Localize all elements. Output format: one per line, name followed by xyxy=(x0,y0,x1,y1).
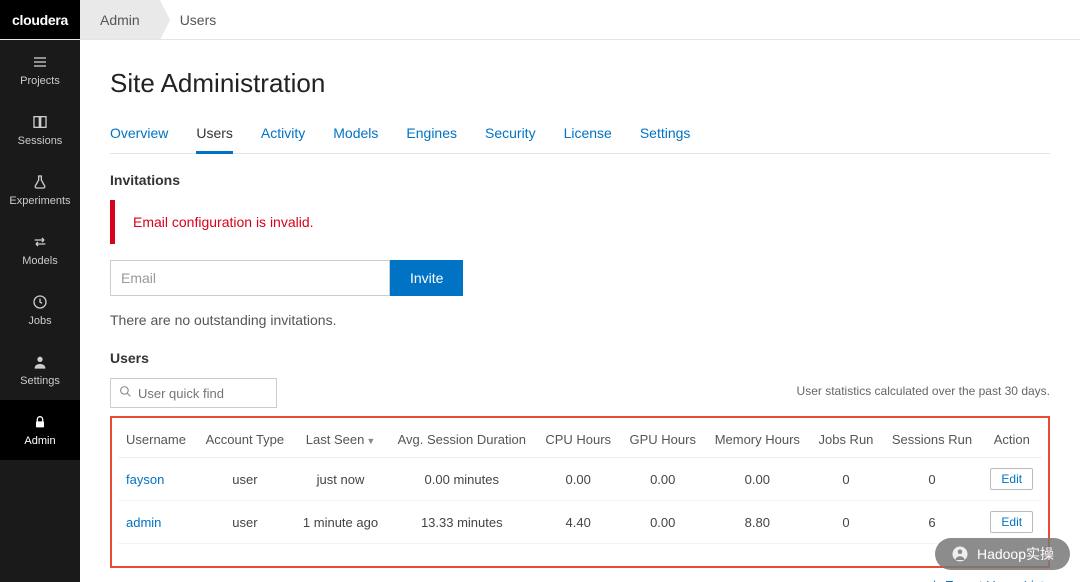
list-icon xyxy=(32,53,48,71)
page-title: Site Administration xyxy=(110,68,1050,99)
tab-engines[interactable]: Engines xyxy=(406,117,457,153)
cell-username[interactable]: admin xyxy=(118,501,196,544)
tab-security[interactable]: Security xyxy=(485,117,536,153)
tab-activity[interactable]: Activity xyxy=(261,117,305,153)
col-jobs-run[interactable]: Jobs Run xyxy=(809,422,882,458)
sidebar-item-admin[interactable]: Admin xyxy=(0,400,80,460)
sidebar-item-label: Sessions xyxy=(18,135,63,147)
users-heading: Users xyxy=(110,350,1050,366)
cell-jobs-run: 0 xyxy=(809,458,882,501)
stats-note: User statistics calculated over the past… xyxy=(797,384,1050,398)
search-icon xyxy=(119,385,132,401)
lock-icon xyxy=(32,413,48,431)
cell-account-type: user xyxy=(196,458,293,501)
invitations-heading: Invitations xyxy=(110,172,1050,188)
cell-avg-session: 0.00 minutes xyxy=(387,458,536,501)
invitations-empty-text: There are no outstanding invitations. xyxy=(110,312,1050,328)
cell-avg-session: 13.33 minutes xyxy=(387,501,536,544)
clock-icon xyxy=(32,293,48,311)
edit-button[interactable]: Edit xyxy=(990,511,1033,533)
cell-sessions-run: 0 xyxy=(882,458,981,501)
col-last-seen[interactable]: Last Seen▼ xyxy=(294,422,388,458)
sort-desc-icon: ▼ xyxy=(366,436,375,446)
cell-cpu-hours: 0.00 xyxy=(536,458,620,501)
brand-logo: cloudera xyxy=(0,0,80,39)
sidebar-item-label: Projects xyxy=(20,75,60,87)
users-table-highlight: Username Account Type Last Seen▼ Avg. Se… xyxy=(110,416,1050,568)
col-memory-hours[interactable]: Memory Hours xyxy=(705,422,809,458)
sidebar-item-label: Jobs xyxy=(28,315,51,327)
email-field[interactable] xyxy=(110,260,390,296)
cell-last-seen: just now xyxy=(294,458,388,501)
cell-username[interactable]: fayson xyxy=(118,458,196,501)
table-row: adminuser1 minute ago13.33 minutes4.400.… xyxy=(118,501,1042,544)
sessions-icon xyxy=(32,113,48,131)
users-table-body: faysonuserjust now0.00 minutes0.000.000.… xyxy=(118,458,1042,544)
col-action: Action xyxy=(982,422,1042,458)
breadcrumb-admin[interactable]: Admin xyxy=(80,0,160,39)
cell-action: Edit xyxy=(982,501,1042,544)
breadcrumb-users[interactable]: Users xyxy=(160,0,237,39)
sidebar-item-settings[interactable]: Settings xyxy=(0,340,80,400)
flask-icon xyxy=(32,173,48,191)
edit-button[interactable]: Edit xyxy=(990,468,1033,490)
cell-gpu-hours: 0.00 xyxy=(620,501,705,544)
tab-models[interactable]: Models xyxy=(333,117,378,153)
cell-account-type: user xyxy=(196,501,293,544)
sidebar-item-label: Models xyxy=(22,255,57,267)
sidebar-item-experiments[interactable]: Experiments xyxy=(0,160,80,220)
arrows-icon xyxy=(32,233,48,251)
invite-button[interactable]: Invite xyxy=(390,260,463,296)
export-users-link[interactable]: Export Users List xyxy=(110,578,1050,582)
breadcrumb: Admin Users xyxy=(80,0,236,39)
sidebar-item-jobs[interactable]: Jobs xyxy=(0,280,80,340)
tab-users[interactable]: Users xyxy=(196,117,233,154)
cell-sessions-run: 6 xyxy=(882,501,981,544)
users-table-header: Username Account Type Last Seen▼ Avg. Se… xyxy=(118,422,1042,458)
table-row: faysonuserjust now0.00 minutes0.000.000.… xyxy=(118,458,1042,501)
cell-action: Edit xyxy=(982,458,1042,501)
tab-settings[interactable]: Settings xyxy=(640,117,691,153)
cell-cpu-hours: 4.40 xyxy=(536,501,620,544)
invite-form: Invite xyxy=(110,260,1050,296)
sidebar-item-models[interactable]: Models xyxy=(0,220,80,280)
sidebar-item-label: Experiments xyxy=(9,195,70,207)
col-username[interactable]: Username xyxy=(118,422,196,458)
cell-jobs-run: 0 xyxy=(809,501,882,544)
main-content: Site Administration Overview Users Activit… xyxy=(80,40,1080,582)
user-search[interactable] xyxy=(110,378,277,408)
cell-last-seen: 1 minute ago xyxy=(294,501,388,544)
user-icon xyxy=(32,353,48,371)
cell-gpu-hours: 0.00 xyxy=(620,458,705,501)
users-table: Username Account Type Last Seen▼ Avg. Se… xyxy=(118,422,1042,544)
user-search-input[interactable] xyxy=(138,386,268,401)
sidebar-item-label: Settings xyxy=(20,375,60,387)
invitations-error-alert: Email configuration is invalid. xyxy=(110,200,1050,244)
sidebar-item-projects[interactable]: Projects xyxy=(0,40,80,100)
sidebar-item-label: Admin xyxy=(24,435,55,447)
col-gpu-hours[interactable]: GPU Hours xyxy=(620,422,705,458)
tab-bar: Overview Users Activity Models Engines Securi… xyxy=(110,117,1050,154)
cell-memory-hours: 0.00 xyxy=(705,458,809,501)
tab-license[interactable]: License xyxy=(564,117,612,153)
cell-memory-hours: 8.80 xyxy=(705,501,809,544)
topbar: cloudera Admin Users xyxy=(0,0,1080,40)
col-cpu-hours[interactable]: CPU Hours xyxy=(536,422,620,458)
col-sessions-run[interactable]: Sessions Run xyxy=(882,422,981,458)
sidebar: Projects Sessions Experiments Models Jobs Set… xyxy=(0,40,80,582)
col-account-type[interactable]: Account Type xyxy=(196,422,293,458)
tab-overview[interactable]: Overview xyxy=(110,117,168,153)
col-avg-session[interactable]: Avg. Session Duration xyxy=(387,422,536,458)
sidebar-item-sessions[interactable]: Sessions xyxy=(0,100,80,160)
